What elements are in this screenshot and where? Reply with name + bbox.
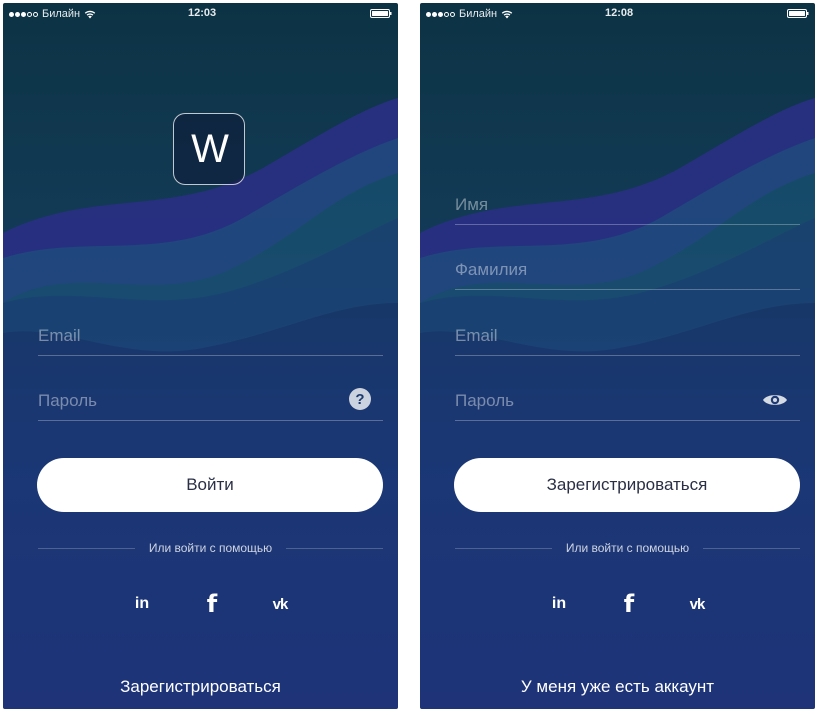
password-field[interactable]: ? bbox=[38, 381, 383, 421]
carrier-name: Билайн bbox=[42, 8, 81, 20]
registration-screen: Билайн 12:08 Имя Фамилия Email Зарегистр… bbox=[420, 3, 815, 709]
question-circle-icon[interactable]: ? bbox=[349, 388, 371, 410]
social-login-divider: Или войти с помощью bbox=[455, 540, 800, 556]
vk-icon[interactable]: vk bbox=[265, 589, 295, 619]
linkedin-icon[interactable]: in bbox=[544, 589, 574, 619]
login-screen: Билайн 12:03 W ? bbox=[3, 3, 398, 709]
email-field[interactable] bbox=[38, 316, 383, 356]
carrier-name: Билайн bbox=[459, 8, 498, 20]
register-link[interactable]: Зарегистрироваться bbox=[3, 677, 398, 697]
first-name-field[interactable] bbox=[455, 185, 800, 225]
register-button[interactable]: Зарегистрироваться bbox=[454, 458, 800, 512]
social-buttons: in f vk bbox=[420, 589, 815, 619]
status-time: 12:03 bbox=[188, 7, 217, 19]
signal-dots-icon bbox=[426, 11, 455, 17]
first-name-input[interactable] bbox=[455, 195, 755, 215]
have-account-link[interactable]: У меня уже есть аккаунт bbox=[420, 677, 815, 697]
eye-icon[interactable] bbox=[762, 392, 788, 408]
status-bar: Билайн 12:03 bbox=[3, 3, 398, 25]
wifi-icon bbox=[501, 10, 513, 18]
social-login-divider: Или войти с помощью bbox=[38, 540, 383, 556]
last-name-input[interactable] bbox=[455, 260, 755, 280]
email-input[interactable] bbox=[38, 326, 338, 346]
app-logo: W bbox=[173, 113, 245, 185]
password-field[interactable] bbox=[455, 381, 800, 421]
social-buttons: in f vk bbox=[3, 589, 398, 619]
status-bar: Билайн 12:08 bbox=[420, 3, 815, 25]
email-field[interactable] bbox=[455, 316, 800, 356]
status-time: 12:08 bbox=[605, 7, 634, 19]
battery-icon bbox=[370, 9, 392, 18]
social-login-caption: Или войти с помощью bbox=[565, 541, 690, 555]
wifi-icon bbox=[84, 10, 96, 18]
email-input[interactable] bbox=[455, 326, 755, 346]
battery-icon bbox=[787, 9, 809, 18]
linkedin-icon[interactable]: in bbox=[127, 589, 157, 619]
screens-stage: Билайн 12:03 W ? bbox=[0, 0, 818, 715]
last-name-field[interactable] bbox=[455, 250, 800, 290]
facebook-icon[interactable]: f bbox=[197, 589, 227, 619]
signal-dots-icon bbox=[9, 11, 38, 17]
vk-icon[interactable]: vk bbox=[682, 589, 712, 619]
password-input[interactable] bbox=[38, 391, 338, 411]
social-login-caption: Или войти с помощью bbox=[148, 541, 273, 555]
password-input[interactable] bbox=[455, 391, 755, 411]
facebook-icon[interactable]: f bbox=[614, 589, 644, 619]
login-button[interactable]: Войти bbox=[37, 458, 383, 512]
